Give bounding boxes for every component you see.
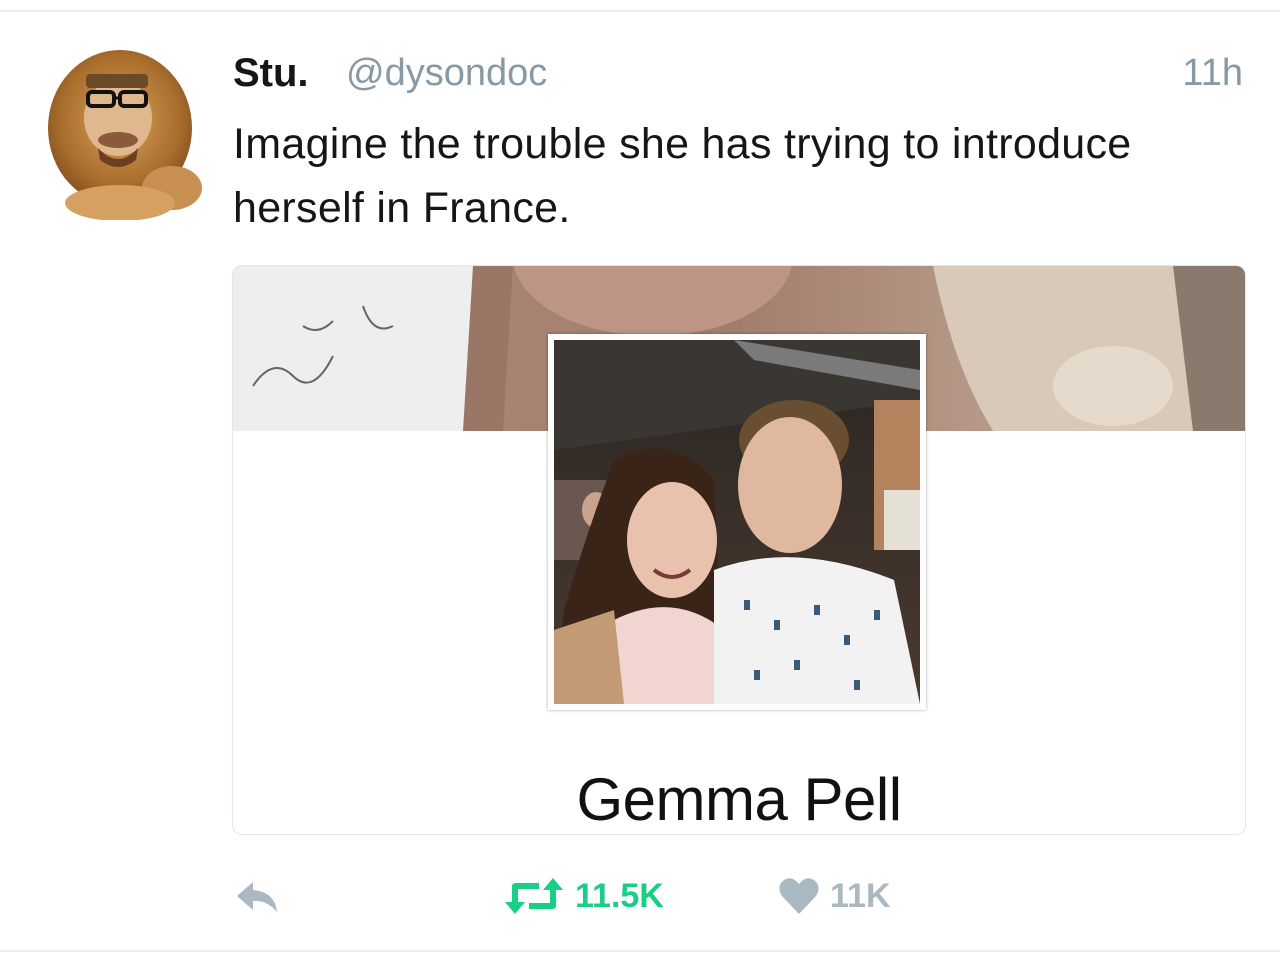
display-name[interactable]: Stu.: [233, 50, 309, 96]
retweet-button[interactable]: 11.5K: [503, 870, 664, 922]
like-button[interactable]: 11K: [778, 870, 891, 922]
lion-avatar-icon: [40, 48, 208, 220]
reply-icon: [237, 882, 277, 912]
tweet-media[interactable]: Gemma Pell: [232, 265, 1246, 835]
retweet-icon: [505, 878, 563, 914]
top-divider: [0, 10, 1280, 12]
profile-photo: [554, 340, 920, 704]
profile-name: Gemma Pell: [576, 766, 902, 833]
tweet-actions: 11.5K 11K: [233, 870, 1033, 922]
tweet-timestamp[interactable]: 11h: [1182, 50, 1243, 96]
tweet-header: Stu. @dysondoc 11h: [233, 50, 1243, 100]
user-handle[interactable]: @dysondoc: [346, 50, 547, 96]
bottom-divider: [0, 950, 1280, 952]
user-avatar[interactable]: [40, 48, 208, 220]
retweet-count: 11.5K: [575, 876, 664, 915]
reply-button[interactable]: [233, 870, 281, 922]
tweet-text: Imagine the trouble she has trying to in…: [233, 120, 1132, 232]
like-count: 11K: [830, 876, 891, 915]
profile-picture[interactable]: [548, 334, 926, 710]
heart-icon: [779, 878, 819, 914]
